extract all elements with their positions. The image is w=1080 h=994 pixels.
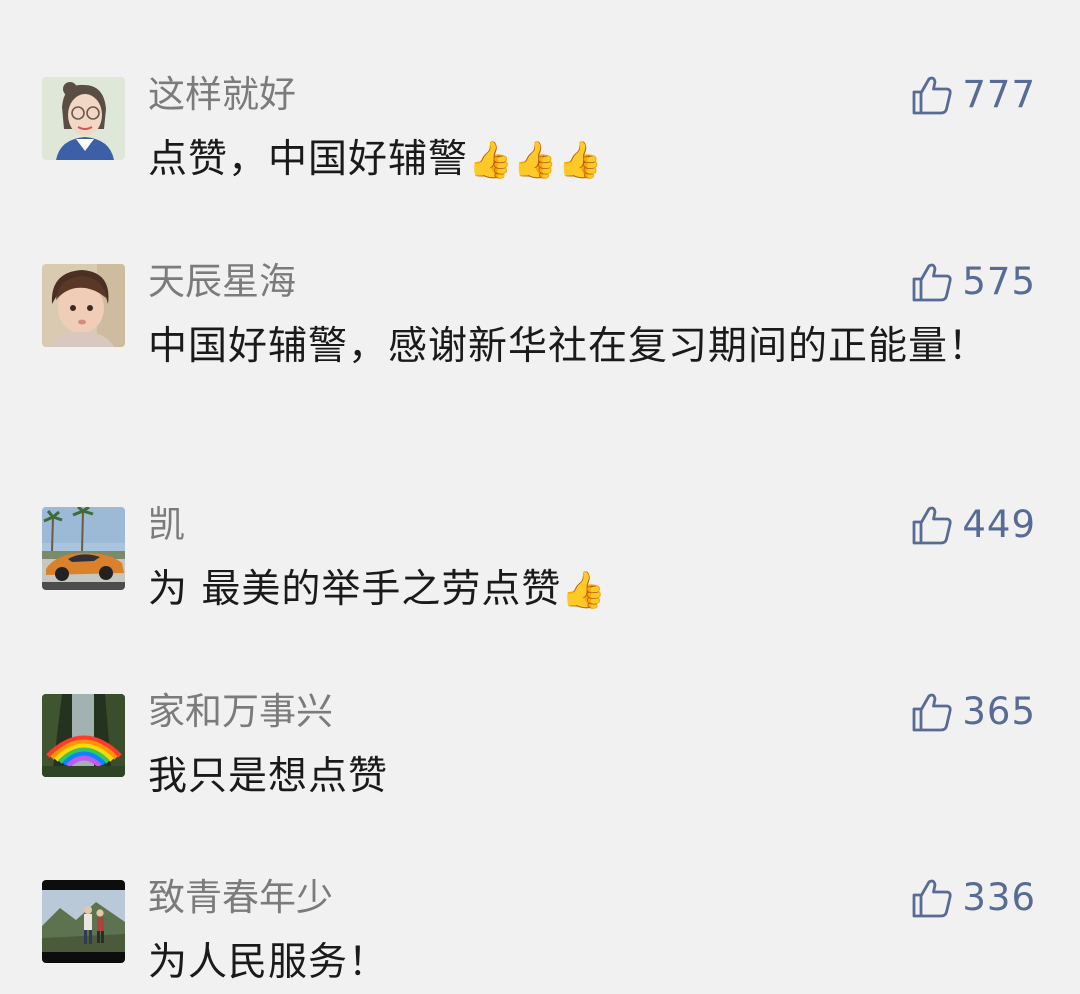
thumbs-up-icon — [910, 73, 954, 117]
comment-text-body: 为 最美的举手之劳点赞 — [148, 567, 562, 612]
like-button[interactable]: 449 — [910, 503, 1036, 547]
comment-text-body: 我只是想点赞 — [148, 754, 389, 799]
couple-mountain-avatar-icon — [42, 880, 125, 963]
avatar[interactable] — [42, 77, 125, 160]
thumbs-up-icon — [910, 876, 954, 920]
like-count: 365 — [962, 690, 1036, 733]
rainbow-waterfall-avatar-icon — [42, 694, 125, 777]
commenter-name[interactable]: 这样就好 — [148, 71, 296, 119]
comment-text-body: 点赞，中国好辅警 — [148, 137, 469, 182]
like-button[interactable]: 365 — [910, 690, 1036, 734]
comment-text: 点赞，中国好辅警👍👍👍 — [148, 129, 998, 191]
comment-text: 为 最美的举手之劳点赞👍 — [148, 559, 998, 621]
thumbs-up-icon — [910, 690, 954, 734]
comment-text: 我只是想点赞 — [148, 746, 998, 808]
like-button[interactable]: 575 — [910, 260, 1036, 304]
thumbs-up-icon — [910, 260, 954, 304]
like-count: 336 — [962, 876, 1036, 919]
like-count: 575 — [962, 260, 1036, 303]
toddler-photo-avatar-icon — [42, 264, 125, 347]
avatar[interactable] — [42, 507, 125, 590]
commenter-name[interactable]: 致青春年少 — [148, 874, 333, 922]
comment-text-body: 为人民服务！ — [148, 940, 389, 985]
like-count: 777 — [962, 73, 1036, 116]
commenter-name[interactable]: 天辰星海 — [148, 258, 296, 306]
like-button[interactable]: 777 — [910, 73, 1036, 117]
avatar[interactable] — [42, 264, 125, 347]
thumbs-up-emoji-icon: 👍 — [561, 570, 607, 611]
avatar[interactable] — [42, 694, 125, 777]
comment-text-body: 中国好辅警，感谢新华社在复习期间的正能量！ — [148, 324, 989, 369]
commenter-name[interactable]: 家和万事兴 — [148, 688, 333, 736]
like-count: 449 — [962, 503, 1036, 546]
avatar[interactable] — [42, 880, 125, 963]
comment-text: 中国好辅警，感谢新华社在复习期间的正能量！ — [148, 316, 998, 378]
like-button[interactable]: 336 — [910, 876, 1036, 920]
commenter-name[interactable]: 凯 — [148, 501, 185, 549]
comment-text: 为人民服务！ — [148, 932, 998, 994]
thumbs-up-icon — [910, 503, 954, 547]
cartoon-woman-avatar-icon — [42, 77, 125, 160]
sports-car-avatar-icon — [42, 507, 125, 590]
thumbs-up-emoji-icon: 👍👍👍 — [468, 140, 603, 181]
